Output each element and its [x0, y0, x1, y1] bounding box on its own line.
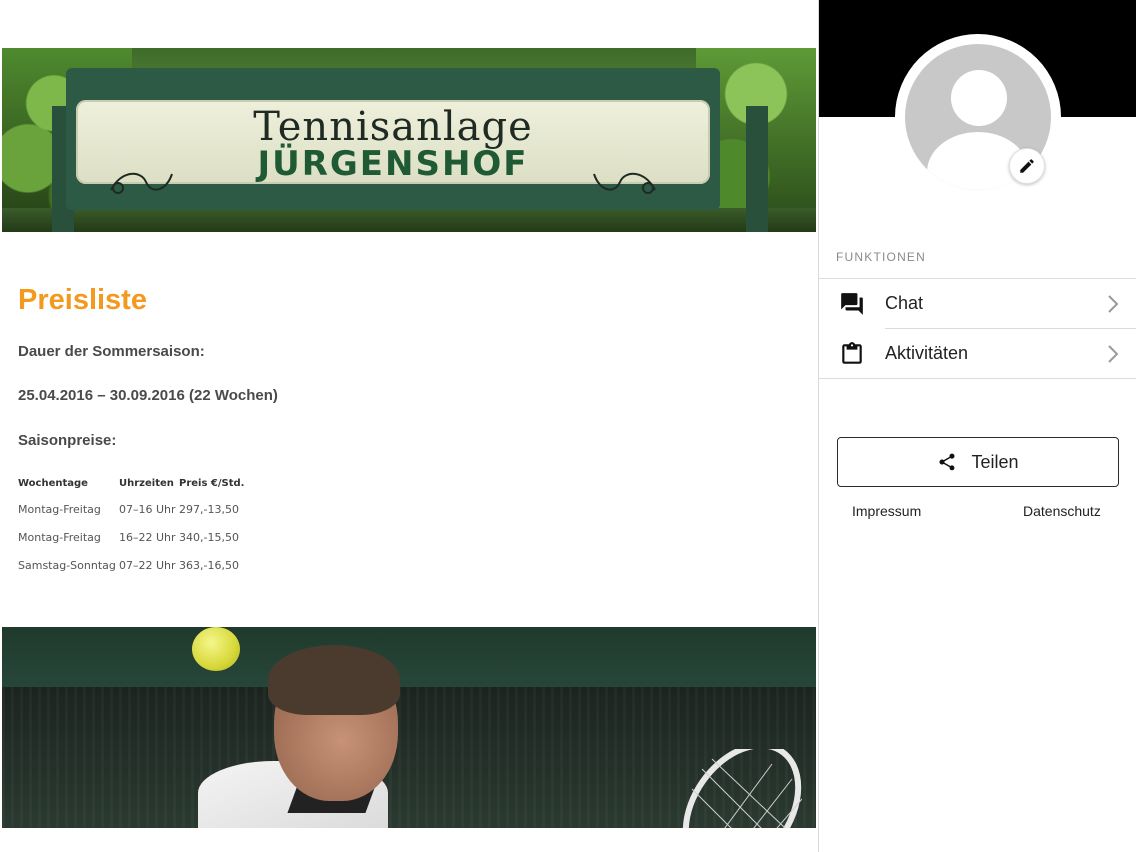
- season-dates: 25.04.2016 – 30.09.2016 (22 Wochen): [18, 387, 278, 404]
- price-season: 340,-: [179, 531, 208, 544]
- avatar-head-shape: [951, 70, 1007, 126]
- price-hour: 16,50: [207, 559, 239, 572]
- sign-post-right: [746, 106, 768, 232]
- impressum-link[interactable]: Impressum: [852, 503, 921, 519]
- player-hair: [268, 645, 400, 715]
- table-cell: Montag-Freitag: [18, 531, 101, 544]
- price-hour: 13,50: [207, 503, 239, 516]
- divider: [819, 378, 1136, 379]
- sidebar: FUNKTIONEN Chat Aktivitäten Teilen Impre…: [818, 0, 1136, 852]
- club-sign: Tennisanlage JÜRGENSHOF: [76, 100, 710, 194]
- privacy-link[interactable]: Datenschutz: [1023, 503, 1101, 519]
- price-season: 363,-: [179, 559, 208, 572]
- price-table: Wochentage Uhrzeiten Preis €/Std. Montag…: [18, 478, 244, 587]
- chevron-right-icon: [1108, 295, 1119, 313]
- table-cell: Montag-Freitag: [18, 503, 101, 516]
- table-cell: 340,-15,50: [179, 531, 244, 559]
- tennis-racket: [682, 749, 802, 828]
- edit-profile-button[interactable]: [1009, 148, 1045, 184]
- pencil-icon: [1020, 159, 1034, 173]
- column-header: Preis €/Std.: [179, 478, 245, 489]
- tennis-ball: [192, 627, 240, 671]
- column-header: Wochentage: [18, 478, 88, 489]
- share-button[interactable]: Teilen: [837, 437, 1119, 487]
- page-title: Preisliste: [18, 284, 147, 316]
- season-prices-label: Saisonpreise:: [18, 432, 117, 449]
- season-label: Dauer der Sommersaison:: [18, 343, 205, 360]
- table-cell: Samstag-Sonntag: [18, 559, 116, 572]
- column-header: Uhrzeiten: [119, 478, 174, 489]
- chevron-right-icon: [1108, 345, 1119, 363]
- menu-item-activities[interactable]: Aktivitäten: [819, 329, 1136, 379]
- tennis-player-photo: [2, 627, 816, 828]
- menu-item-chat[interactable]: Chat: [819, 279, 1136, 329]
- table-cell: 16–22 Uhr: [119, 531, 176, 544]
- table-row: Samstag-Sonntag 07–22 Uhr 363,-16,50: [18, 559, 244, 587]
- price-hour: 15,50: [207, 531, 239, 544]
- main-content: Tennisanlage JÜRGENSHOF Preisliste Dauer…: [0, 0, 818, 852]
- table-row: Montag-Freitag 07–16 Uhr 297,-13,50: [18, 503, 244, 531]
- table-row: Montag-Freitag 16–22 Uhr 340,-15,50: [18, 531, 244, 559]
- sign-text-bottom: JÜRGENSHOF: [257, 144, 529, 184]
- banner-ground: [2, 208, 816, 232]
- chat-icon: [841, 293, 863, 315]
- share-button-label: Teilen: [971, 451, 1019, 472]
- menu-item-label: Chat: [885, 293, 924, 313]
- table-cell: 297,-13,50: [179, 503, 244, 531]
- table-cell: 363,-16,50: [179, 559, 244, 587]
- table-cell: 07–16 Uhr: [119, 503, 176, 516]
- functions-section-header: FUNKTIONEN: [836, 250, 926, 264]
- table-cell: 07–22 Uhr: [119, 559, 176, 572]
- share-icon: [939, 453, 955, 471]
- banner-image: Tennisanlage JÜRGENSHOF: [2, 48, 816, 232]
- table-header-row: Wochentage Uhrzeiten Preis €/Std.: [18, 478, 244, 503]
- clipboard-icon: [842, 342, 862, 364]
- price-season: 297,-: [179, 503, 208, 516]
- menu-item-label: Aktivitäten: [885, 343, 969, 363]
